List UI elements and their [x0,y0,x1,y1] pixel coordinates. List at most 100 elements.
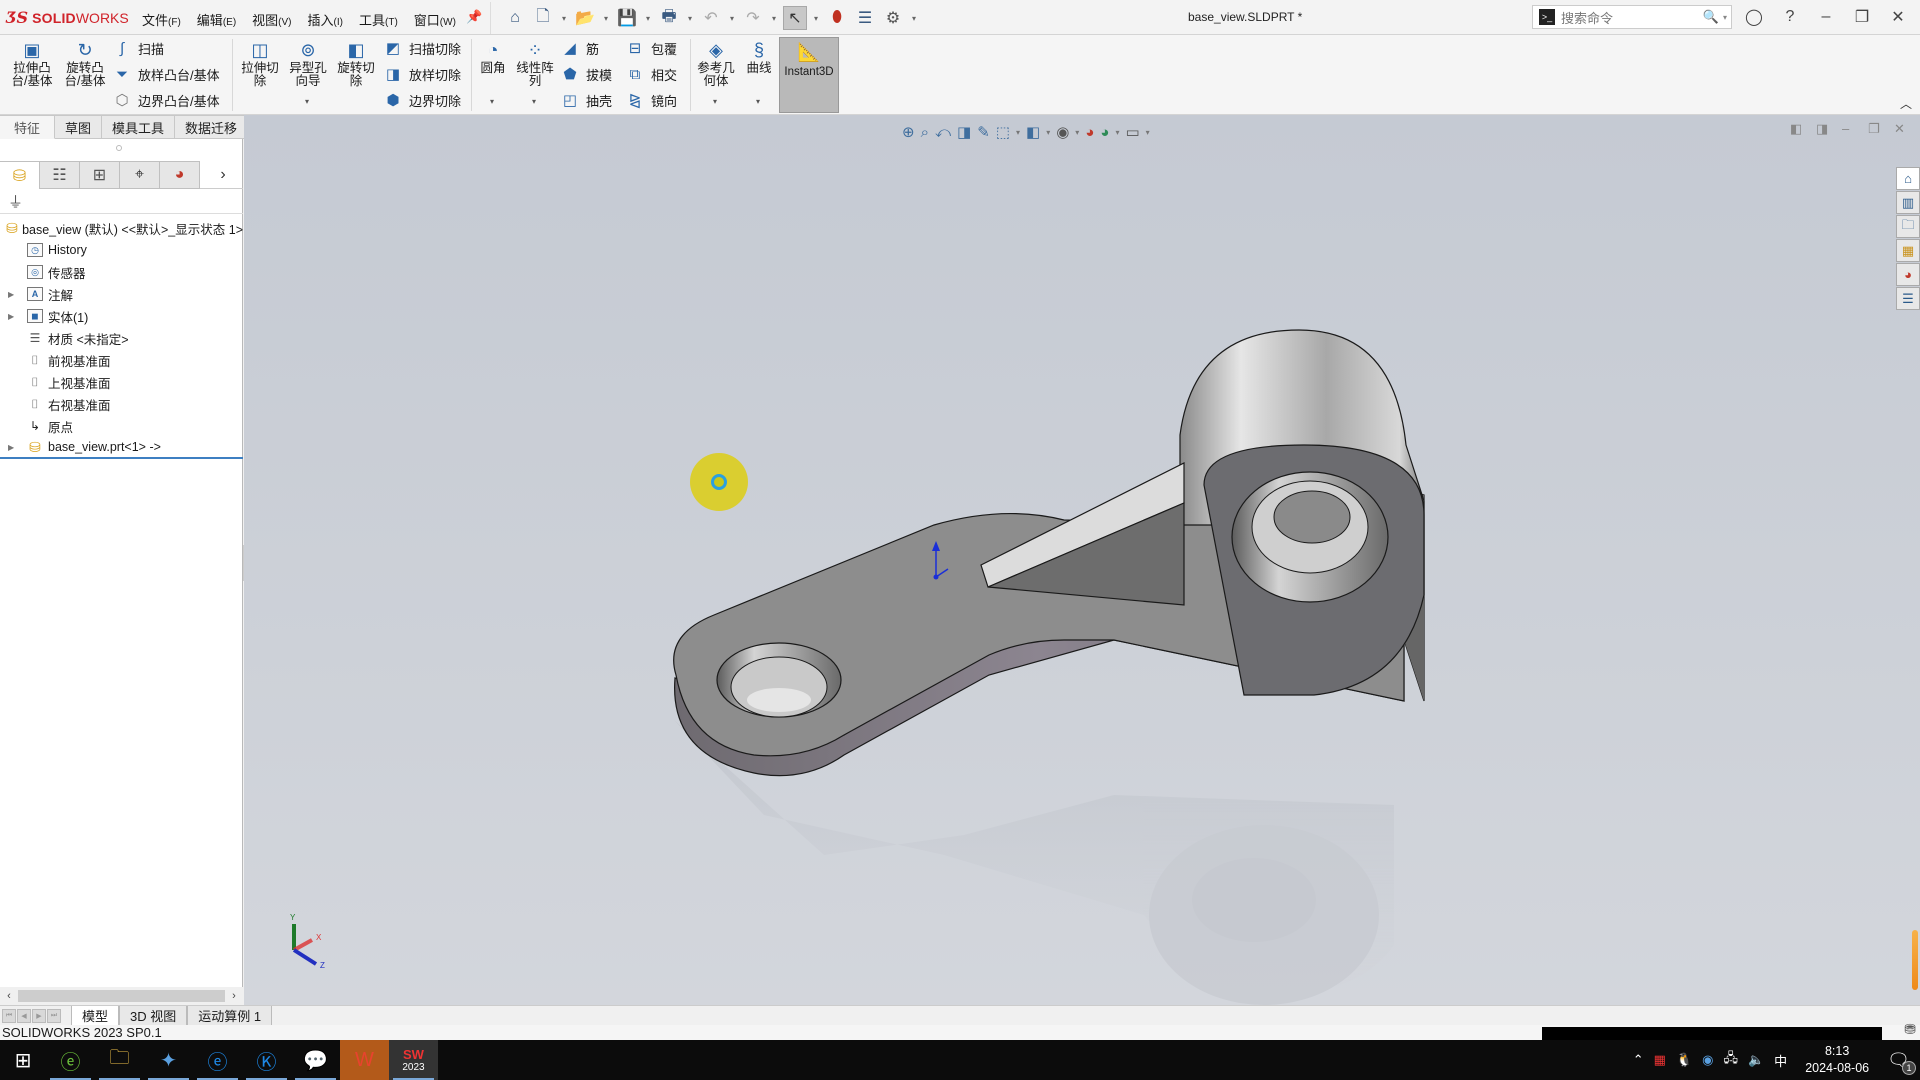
tree-item-material[interactable]: ☰ 材质 <未指定> [0,327,243,349]
tab-data-migration[interactable]: 数据迁移 [175,115,249,139]
menu-window[interactable]: 窗口(W) [414,10,456,29]
kugou-icon[interactable]: Ⓚ [242,1040,291,1080]
search-icon[interactable]: 🔍 [1703,9,1719,25]
reference-triad[interactable]: Y X Z [276,910,336,970]
tab-3d-views[interactable]: 3D 视图 [119,1005,188,1026]
notifications-icon[interactable]: 🗨 1 [1887,1050,1916,1075]
tree-item-history[interactable]: ◷ History [0,239,243,261]
options-icon[interactable]: ⚙ [881,6,905,30]
show-hidden-icons-icon[interactable]: ⌃ [1633,1052,1644,1068]
file-explorer-icon[interactable]: 🗀 [95,1040,144,1080]
rebuild-icon[interactable]: ⬮ [825,6,849,30]
hole-wizard-button[interactable]: ⊚ 异型孔 向导 [282,39,334,88]
boundary-cut-button[interactable]: ⬢ 边界切除 [383,90,461,110]
curves-dropdown[interactable]: ▾ [756,97,760,106]
app-icon[interactable]: ✦ [144,1040,193,1080]
fillet-dropdown[interactable]: ▾ [490,97,494,106]
new-dropdown[interactable]: ▾ [559,14,569,23]
tree-root-part[interactable]: ⛁ base_view (默认) <<默认>_显示状态 1> [0,217,243,239]
loft-cut-button[interactable]: ◨ 放样切除 [383,64,461,84]
select-icon[interactable]: ↖ [783,6,807,30]
new-document-icon[interactable]: 🗋 [531,6,555,30]
sweep-button[interactable]: ∫ 扫描 [112,38,164,58]
scroll-left-icon[interactable]: ‹ [0,990,18,1002]
select-dropdown[interactable]: ▾ [811,14,821,23]
tab-mold-tools[interactable]: 模具工具 [102,115,176,139]
tab-sketch[interactable]: 草图 [55,115,103,139]
tab-motion-study-1[interactable]: 运动算例 1 [187,1005,273,1026]
save-dropdown[interactable]: ▾ [643,14,653,23]
hole-wizard-dropdown[interactable]: ▾ [305,97,309,106]
display-manager-tab-icon[interactable]: ◕ [160,161,200,189]
rebuild-status-icon[interactable]: ⛃ [1904,1022,1916,1037]
feature-manager-tab-icon[interactable]: ⛁ [0,161,40,189]
solidworks-2023-icon[interactable]: SW 2023 [389,1040,438,1080]
menu-file[interactable]: 文件(F) [142,10,181,29]
tree-item-sensors[interactable]: ◎ 传感器 [0,261,243,283]
scrollbar-thumb[interactable] [18,990,225,1002]
last-tab-icon[interactable]: ⏭ [47,1008,61,1023]
clock[interactable]: 8:13 2024-08-06 [1805,1043,1869,1077]
more-tabs-chevron-icon[interactable]: › [203,161,243,189]
graphics-area[interactable]: ⊕ ⌕ ⤺ ◨ ✎ ⬚ ▾ ◧ ▾ ◉ ▾ ◕ ◕ ▾ ▭ ▾ ◧ ◨ – ❐ ✕ ⌂ ▥… [244,115,1920,1005]
file-properties-icon[interactable]: ☰ [853,6,877,30]
rib-button[interactable]: ◢ 筋 [560,38,599,58]
menu-edit[interactable]: 编辑(E) [197,10,236,29]
collapse-ribbon-icon[interactable]: ︿ [1900,95,1912,112]
extrude-cut-button[interactable]: ◫ 拉伸切 除 [234,39,286,88]
shell-button[interactable]: ◰ 抽壳 [560,90,612,110]
browser-360-icon[interactable]: ⓔ [46,1040,95,1080]
solidworks-logo[interactable]: ƷS SOLID WORKS [6,8,129,27]
wps-icon[interactable]: W [340,1040,389,1080]
tree-item-derived-part[interactable]: ▶ ⛁ base_view.prt<1> -> [0,437,243,459]
ime-indicator[interactable]: 中 [1774,1051,1787,1070]
intersect-button[interactable]: ⧉ 相交 [625,64,677,84]
close-button[interactable]: ✕ [1884,5,1912,29]
loft-boss-button[interactable]: ⏷ 放样凸台/基体 [112,64,220,84]
next-tab-icon[interactable]: ▶ [32,1008,46,1023]
undo-icon[interactable]: ↶ [699,6,723,30]
pin-menu-icon[interactable]: 📌 [466,9,482,25]
ie-browser-icon[interactable]: ⓔ [193,1040,242,1080]
options-dropdown[interactable]: ▾ [909,14,919,23]
wrap-button[interactable]: ⊟ 包覆 [625,38,677,58]
instant3d-button[interactable]: 📐 Instant3D [779,37,839,113]
dimxpert-manager-tab-icon[interactable]: ⌖ [120,161,160,189]
part-model[interactable] [244,115,1920,1005]
panel-grip-handle[interactable] [116,145,122,151]
property-manager-tab-icon[interactable]: ☷ [40,161,80,189]
boundary-boss-button[interactable]: ⬡ 边界凸台/基体 [112,90,219,110]
redo-dropdown[interactable]: ▾ [769,14,779,23]
tray-chat-icon[interactable]: ◉ [1702,1052,1713,1068]
extrude-boss-button[interactable]: ▣ 拉伸凸 台/基体 [6,39,58,88]
tree-item-right-plane[interactable]: ⌷ 右视基准面 [0,393,243,415]
volume-icon[interactable]: 🔈 [1748,1052,1764,1068]
tree-item-origin[interactable]: ↳ 原点 [0,415,243,437]
tray-app-icon[interactable]: ▦ [1654,1052,1666,1068]
linear-pattern-button[interactable]: ⁘ 线性阵 列 [509,39,561,88]
print-icon[interactable]: 🖶 [657,6,681,30]
tab-features[interactable]: 特征 [0,115,56,139]
reference-geometry-dropdown[interactable]: ▾ [713,97,717,106]
undo-dropdown[interactable]: ▾ [727,14,737,23]
tab-model[interactable]: 模型 [71,1005,120,1026]
tree-item-top-plane[interactable]: ⌷ 上视基准面 [0,371,243,393]
minimize-button[interactable]: – [1812,5,1840,29]
redo-icon[interactable]: ↷ [741,6,765,30]
tree-filter[interactable]: ⏚ [0,190,243,214]
tree-item-annotations[interactable]: ▶ A 注解 [0,283,243,305]
mirror-button[interactable]: ⧎ 镜向 [625,90,677,110]
network-icon[interactable]: 🖧 [1723,1049,1738,1071]
open-dropdown[interactable]: ▾ [601,14,611,23]
home-icon[interactable]: ⌂ [503,6,527,30]
user-account-icon[interactable]: ◯ [1740,5,1768,29]
save-icon[interactable]: 💾 [615,6,639,30]
revolve-boss-button[interactable]: ↻ 旋转凸 台/基体 [59,39,111,88]
wechat-icon[interactable]: 💬 [291,1040,340,1080]
first-tab-icon[interactable]: ⏮ [2,1008,16,1023]
horizontal-scrollbar[interactable]: ‹ › [0,987,243,1005]
draft-button[interactable]: ⬟ 拔模 [560,64,612,84]
revolve-cut-button[interactable]: ◧ 旋转切 除 [330,39,382,88]
expand-arrow-icon[interactable]: ▶ [8,312,14,321]
help-icon[interactable]: ? [1776,5,1804,29]
